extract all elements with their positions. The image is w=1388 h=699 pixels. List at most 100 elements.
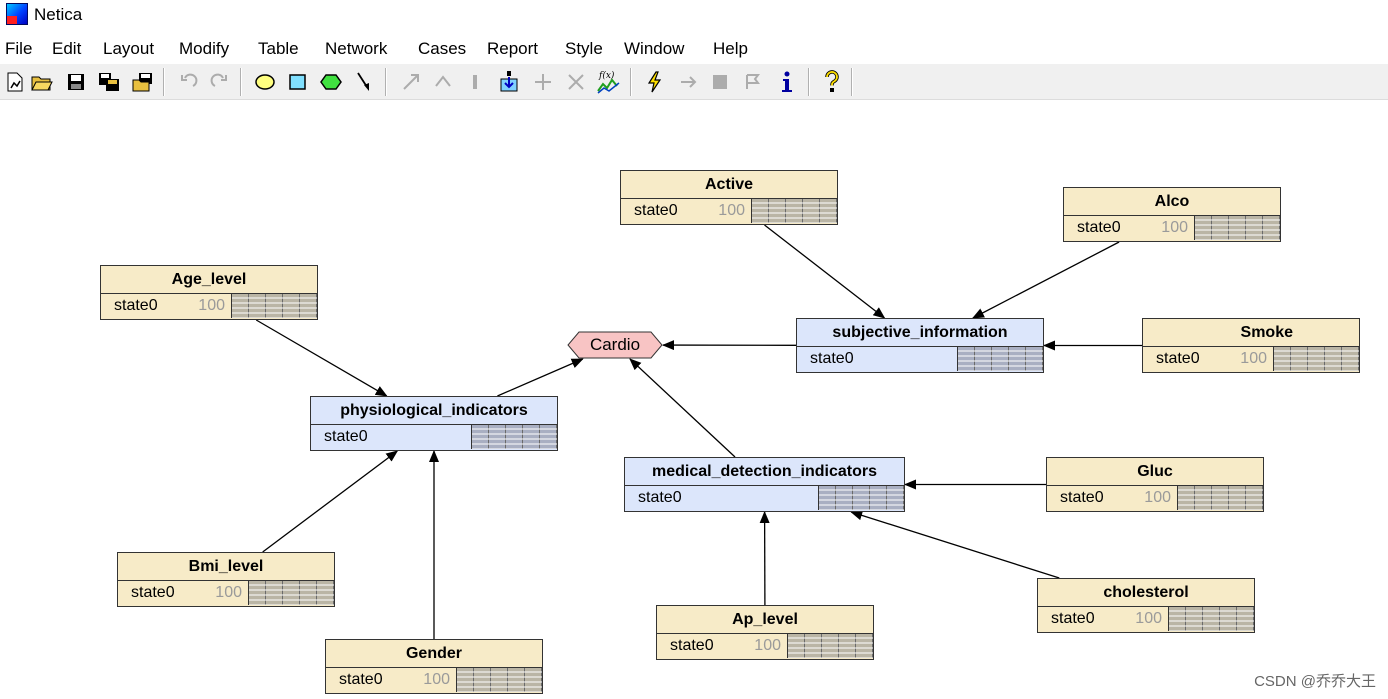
lightning-icon[interactable]: [642, 69, 668, 95]
right-arrow-icon[interactable]: [676, 69, 702, 95]
menu-modify[interactable]: Modify: [179, 39, 229, 59]
smoke-node[interactable]: Smoke state0 100: [1142, 318, 1360, 373]
bmi-level-node[interactable]: Bmi_level state0 100: [117, 552, 335, 607]
flag-icon[interactable]: [740, 69, 766, 95]
redo-icon[interactable]: [206, 69, 232, 95]
node-state-row: state0 100: [1038, 607, 1254, 632]
node-state-row: state0 100: [326, 668, 542, 693]
node-state-row: state0 100: [1143, 347, 1359, 372]
state-value: 100: [1144, 489, 1171, 506]
belief-bar: [1168, 607, 1254, 631]
menu-window[interactable]: Window: [624, 39, 684, 59]
cholesterol-node[interactable]: cholesterol state0 100: [1037, 578, 1255, 633]
state-name: state0: [1060, 489, 1104, 506]
menu-table[interactable]: Table: [258, 39, 299, 59]
state-name: state0: [131, 584, 175, 601]
ellipse-tool-icon[interactable]: [252, 69, 278, 95]
medical-detection-indicators-node[interactable]: medical_detection_indicators state0: [624, 457, 905, 512]
watermark: CSDN @乔乔大王: [1254, 673, 1376, 690]
state-name: state0: [810, 350, 854, 367]
gender-node[interactable]: Gender state0 100: [325, 639, 543, 694]
menu-network[interactable]: Network: [325, 39, 387, 59]
book-icon[interactable]: [707, 69, 733, 95]
netica-app-icon: [6, 3, 28, 25]
state-value: 100: [215, 584, 242, 601]
state-value: 100: [1161, 219, 1188, 236]
toolbar-separator: [630, 68, 632, 96]
edge-age_level-to-physiological_indicators[interactable]: [255, 319, 388, 397]
toolbar-separator: [385, 68, 387, 96]
edge-physiological_indicators-to-cardio[interactable]: [497, 358, 584, 397]
function-icon[interactable]: f(x): [596, 69, 622, 95]
subjective-information-node[interactable]: subjective_information state0: [796, 318, 1044, 373]
state-name: state0: [634, 202, 678, 219]
node-state-row: state0: [797, 347, 1043, 372]
toolbar-separator: [163, 68, 165, 96]
menu-cases[interactable]: Cases: [418, 39, 466, 59]
undo-icon[interactable]: [176, 69, 202, 95]
menu-style[interactable]: Style: [565, 39, 603, 59]
bar-icon[interactable]: [462, 69, 488, 95]
new-network-icon[interactable]: [2, 69, 28, 95]
tool-disabled-icon[interactable]: [530, 69, 556, 95]
up-icon[interactable]: [430, 69, 456, 95]
ap-level-node[interactable]: Ap_level state0 100: [656, 605, 874, 660]
state-name: state0: [1156, 350, 1200, 367]
physiological-indicators-node[interactable]: physiological_indicators state0: [310, 396, 558, 451]
node-title: Age_level: [101, 266, 317, 294]
toolbar-separator: [808, 68, 810, 96]
node-title: Ap_level: [657, 606, 873, 634]
node-state-row: state0 100: [1047, 486, 1263, 511]
state-value: 100: [1240, 350, 1267, 367]
node-title: subjective_information: [797, 319, 1043, 347]
toolbar: f(x): [0, 64, 1388, 100]
edge-alco-to-subjective_information[interactable]: [972, 241, 1120, 319]
arrow-tool-icon[interactable]: [351, 69, 377, 95]
menu-report[interactable]: Report: [487, 39, 538, 59]
menu-file[interactable]: File: [5, 39, 32, 59]
help-icon[interactable]: [819, 69, 845, 95]
menu-edit[interactable]: Edit: [52, 39, 81, 59]
state-name: state0: [670, 637, 714, 654]
gluc-node[interactable]: Gluc state0 100: [1046, 457, 1264, 512]
save-icon[interactable]: [63, 69, 89, 95]
draw-link-icon[interactable]: [398, 69, 424, 95]
node-state-row: state0 100: [621, 199, 837, 224]
save-all-icon[interactable]: [96, 69, 122, 95]
state-name: state0: [339, 671, 383, 688]
menu-layout[interactable]: Layout: [103, 39, 154, 59]
open-icon[interactable]: [29, 69, 55, 95]
info-icon[interactable]: [774, 69, 800, 95]
age-level-node[interactable]: Age_level state0 100: [100, 265, 318, 320]
belief-bar: [456, 668, 542, 692]
network-canvas[interactable]: Cardio Active state0 100 Alco state0 100…: [0, 100, 1388, 699]
tool-disabled-icon[interactable]: [563, 69, 589, 95]
cardio-label: Cardio: [589, 335, 641, 354]
belief-bar: [471, 425, 557, 449]
edge-bmi_level-to-physiological_indicators[interactable]: [262, 450, 399, 553]
belief-bar: [1194, 216, 1280, 240]
active-node[interactable]: Active state0 100: [620, 170, 838, 225]
node-title: Smoke: [1143, 319, 1359, 347]
edge-active-to-subjective_information[interactable]: [764, 224, 886, 319]
cardio-node[interactable]: Cardio: [567, 331, 663, 359]
belief-bar: [248, 581, 334, 605]
alco-node[interactable]: Alco state0 100: [1063, 187, 1281, 242]
edge-medical_detection_indicators-to-cardio[interactable]: [629, 358, 736, 458]
node-state-row: state0: [311, 425, 557, 450]
open-folder-icon[interactable]: [130, 69, 156, 95]
edge-cholesterol-to-medical_detection_indicators[interactable]: [850, 510, 1060, 579]
rectangle-tool-icon[interactable]: [285, 69, 311, 95]
node-title: Gender: [326, 640, 542, 668]
node-state-row: state0 100: [657, 634, 873, 659]
belief-bar: [818, 486, 904, 510]
compile-icon[interactable]: [496, 69, 522, 95]
belief-bar: [1273, 347, 1359, 371]
node-title: physiological_indicators: [311, 397, 557, 425]
state-name: state0: [1051, 610, 1095, 627]
node-title: Alco: [1064, 188, 1280, 216]
menu-help[interactable]: Help: [713, 39, 748, 59]
hexagon-tool-icon[interactable]: [318, 69, 344, 95]
belief-bar: [1177, 486, 1263, 510]
toolbar-separator: [240, 68, 242, 96]
